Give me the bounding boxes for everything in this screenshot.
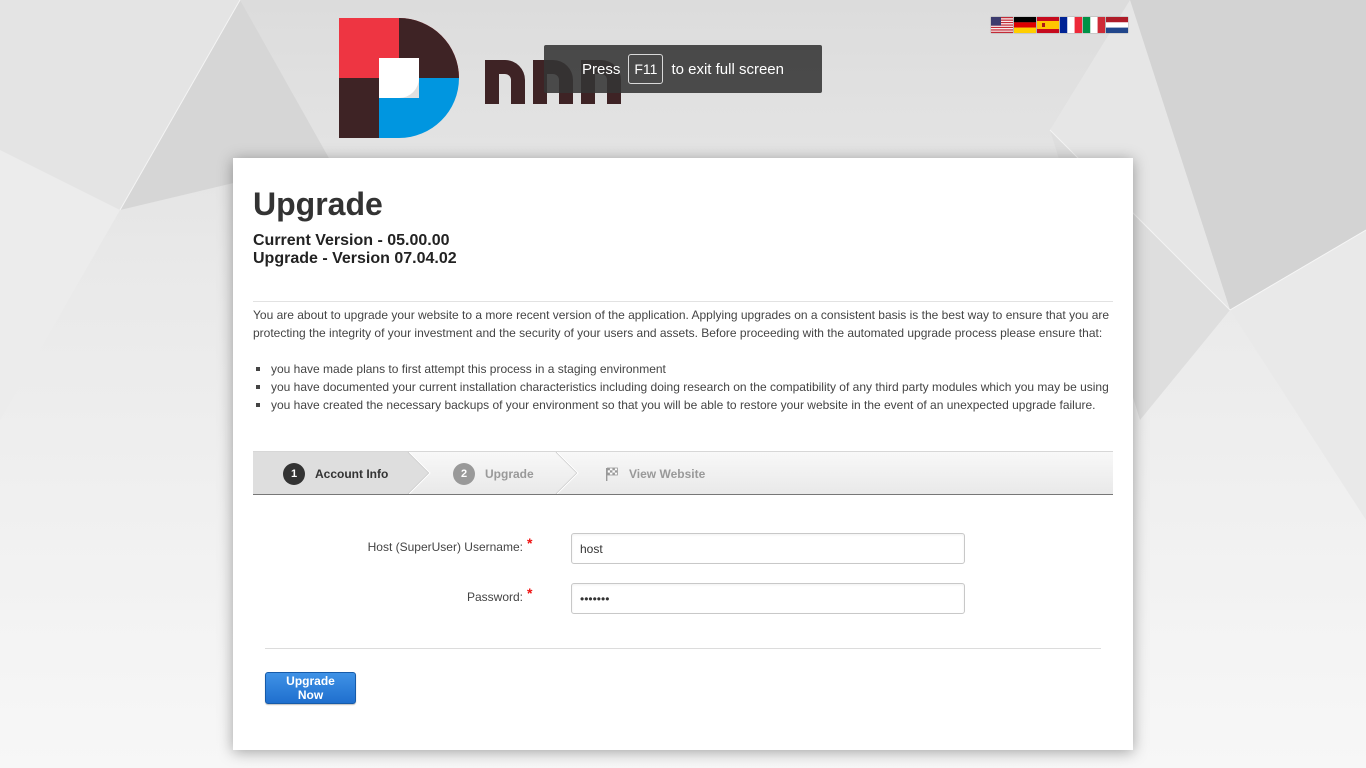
checklist-item: you have documented your current install… [253,378,1115,396]
checklist-item: you have created the necessary backups o… [253,396,1115,414]
page-title: Upgrade [253,186,383,222]
spain-flag-icon[interactable] [1037,17,1059,33]
italy-flag-icon[interactable] [1083,17,1105,33]
divider [265,648,1101,649]
upgrade-panel: Upgrade Current Version - 05.00.00 Upgra… [233,158,1133,750]
required-marker: * [527,585,533,601]
france-flag-icon[interactable] [1060,17,1082,33]
checkered-flag-icon [605,467,619,481]
step-view-website: View Website [605,462,705,486]
step-label: Account Info [315,467,389,481]
germany-flag-icon[interactable] [1014,17,1036,33]
checklist-item: you have made plans to first attempt thi… [253,360,1115,378]
step-number: 1 [283,463,305,485]
password-label: Password: [466,590,523,604]
current-version: Current Version - 05.00.00 [253,232,450,249]
intro-text: You are about to upgrade your website to… [253,308,1110,340]
toast-press-text: Press [582,60,621,78]
step-upgrade: 2 Upgrade [453,462,534,486]
username-label: Host (SuperUser) Username: [367,540,523,554]
wizard-steps: 1 Account Info 2 Upgrade View Website [253,451,1113,495]
netherlands-flag-icon[interactable] [1106,17,1128,33]
us-flag-icon[interactable] [991,17,1013,33]
step-label: View Website [629,467,706,481]
f11-key: F11 [628,54,664,84]
toast-rest-text: to exit full screen [671,60,784,78]
checklist: you have made plans to first attempt thi… [253,360,1115,414]
password-input[interactable] [571,583,965,614]
language-selector [991,17,1128,33]
step-account-info: 1 Account Info [283,462,388,486]
upgrade-version: Upgrade - Version 07.04.02 [253,250,457,267]
required-marker: * [527,535,533,551]
step-label: Upgrade [485,467,534,481]
username-input[interactable] [571,533,965,564]
step-number: 2 [453,463,475,485]
fullscreen-toast: Press F11 to exit full screen [544,45,822,93]
divider [253,301,1113,302]
upgrade-now-button[interactable]: Upgrade Now [265,672,356,704]
